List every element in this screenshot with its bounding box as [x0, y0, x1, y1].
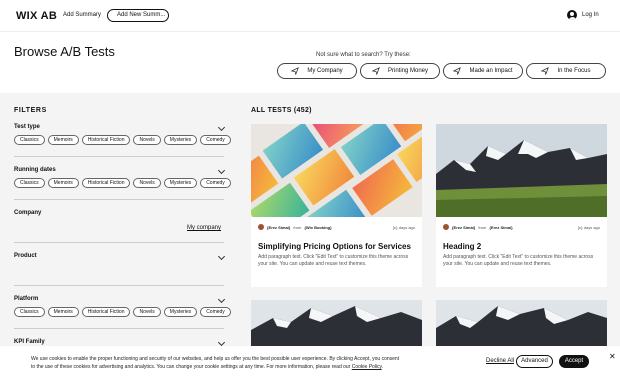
section-label: Company: [14, 210, 42, 216]
filter-tag[interactable]: Comedy: [200, 135, 231, 145]
user-avatar-icon: [567, 10, 577, 20]
filter-tag[interactable]: Classics: [14, 135, 45, 145]
add-new-summary-button[interactable]: Add New Summ...: [107, 9, 169, 22]
filter-tag[interactable]: Historical Fiction: [81, 135, 131, 145]
card-from: from: [293, 224, 302, 230]
filter-tag[interactable]: Novels: [133, 307, 161, 317]
divider: [14, 242, 224, 243]
card-author[interactable]: {Erez Simai}: [267, 225, 290, 230]
suggestion-label: In the Focus: [557, 68, 591, 74]
cookie-period: .: [381, 364, 384, 370]
chevron-down-icon[interactable]: [217, 166, 226, 175]
test-card[interactable]: [436, 300, 607, 346]
suggestion-chip-made-an-impact[interactable]: Made an Impact: [443, 63, 523, 79]
card-from: from: [478, 224, 487, 230]
filter-tag[interactable]: Classics: [14, 178, 45, 188]
logo[interactable]: WIX AB: [16, 10, 57, 22]
section-label: Test type: [14, 124, 40, 130]
suggestion-label: Made an Impact: [469, 68, 513, 74]
filter-section-platform: Platform Classics Memoirs Historical Fic…: [14, 295, 231, 326]
test-card[interactable]: [251, 300, 422, 346]
card-image: [436, 300, 607, 346]
divider: [14, 285, 224, 286]
suggestion-chip-my-company[interactable]: My Company: [277, 63, 357, 79]
advanced-button[interactable]: Advanced: [516, 355, 553, 368]
author-avatar: [443, 224, 449, 230]
chevron-down-icon[interactable]: [217, 338, 226, 347]
author-avatar: [258, 224, 264, 230]
all-tests-heading: ALL TESTS (452): [251, 107, 312, 114]
card-date: {n} days ago: [392, 224, 415, 230]
suggestion-label: Printing Money: [387, 68, 429, 74]
card-image: [436, 124, 607, 217]
filter-section-product: Product: [14, 252, 226, 263]
filter-tag[interactable]: Historical Fiction: [81, 307, 131, 317]
chevron-down-icon[interactable]: [217, 252, 226, 261]
send-arrow-icon: [291, 67, 300, 75]
card-image: [251, 300, 422, 346]
card-text: Add paragraph text. Click "Edit Text" to…: [258, 254, 409, 267]
suggestion-chip-printing-money[interactable]: Printing Money: [360, 63, 440, 79]
filter-tag[interactable]: Mysteries: [163, 135, 198, 145]
filter-tag[interactable]: Comedy: [200, 178, 231, 188]
login-button[interactable]: Log In: [567, 10, 599, 20]
card-date: {n} days ago: [577, 224, 600, 230]
filter-tag[interactable]: Comedy: [200, 307, 231, 317]
test-card[interactable]: {Erez Simai} from {Wix Booking} {n} days…: [251, 124, 422, 287]
divider: [14, 156, 224, 157]
send-arrow-icon: [541, 67, 550, 75]
filter-tag[interactable]: Mysteries: [163, 178, 198, 188]
filter-tag[interactable]: Novels: [133, 135, 161, 145]
divider: [14, 199, 224, 200]
filter-tag[interactable]: Memoirs: [47, 178, 79, 188]
cookie-text: We use cookies to enable the proper func…: [31, 355, 411, 371]
suggestion-label: My Company: [307, 68, 343, 74]
filter-tag[interactable]: Memoirs: [47, 307, 79, 317]
card-text: Add paragraph text. Click "Edit Text" to…: [443, 254, 594, 267]
filter-tag[interactable]: Classics: [14, 307, 45, 317]
login-label: Log In: [582, 12, 599, 18]
filter-tag[interactable]: Novels: [133, 178, 161, 188]
cookie-line: to the use of these cookies for advertis…: [31, 363, 411, 371]
card-source[interactable]: {Erez Simai}: [489, 225, 512, 230]
top-bar: WIX AB Add Summary Add New Summ... Log I…: [0, 0, 620, 32]
cookie-policy-link[interactable]: Cookie Policy: [352, 364, 382, 370]
filter-tag[interactable]: Memoirs: [47, 135, 79, 145]
my-company-link[interactable]: My company: [187, 225, 221, 231]
suggestion-prompt: Not sure what to search? Try these:: [316, 52, 411, 58]
decline-all-button[interactable]: Decline All: [486, 358, 514, 364]
add-summary-link[interactable]: Add Summary: [63, 12, 101, 18]
card-meta: {Erez Simai} from {Wix Booking} {n} days…: [258, 224, 415, 230]
section-label: Platform: [14, 296, 39, 302]
card-title[interactable]: Simplifying Pricing Options for Services: [258, 242, 411, 251]
cookie-line-text: to the use of these cookies for advertis…: [31, 364, 351, 370]
card-author[interactable]: {Erez Simai}: [452, 225, 475, 230]
cookie-line: We use cookies to enable the proper func…: [31, 356, 400, 362]
filters-heading: FILTERS: [14, 107, 47, 114]
filter-tag[interactable]: Mysteries: [163, 307, 198, 317]
page-title: Browse A/B Tests: [14, 44, 115, 59]
section-label: Running dates: [14, 167, 56, 173]
send-arrow-icon: [453, 67, 462, 75]
card-image: [251, 124, 422, 217]
send-arrow-icon: [371, 67, 380, 75]
section-label: KPI Family: [14, 339, 45, 345]
suggestion-chip-in-the-focus[interactable]: In the Focus: [526, 63, 606, 79]
test-card[interactable]: {Erez Simai} from {Erez Simai} {n} days …: [436, 124, 607, 287]
filter-section-test-type: Test type Classics Memoirs Historical Fi…: [14, 123, 231, 154]
filter-section-running-dates: Running dates Classics Memoirs Historica…: [14, 166, 231, 197]
close-icon[interactable]: ✕: [609, 352, 616, 361]
chevron-down-icon[interactable]: [217, 295, 226, 304]
filter-section-company: Company: [14, 210, 224, 220]
chevron-down-icon[interactable]: [217, 123, 226, 132]
accept-button[interactable]: Accept: [559, 355, 589, 368]
card-meta: {Erez Simai} from {Erez Simai} {n} days …: [443, 224, 600, 230]
divider: [14, 328, 224, 329]
card-title[interactable]: Heading 2: [443, 242, 481, 251]
filter-tag[interactable]: Historical Fiction: [81, 178, 131, 188]
card-source[interactable]: {Wix Booking}: [304, 225, 331, 230]
section-label: Product: [14, 253, 37, 259]
